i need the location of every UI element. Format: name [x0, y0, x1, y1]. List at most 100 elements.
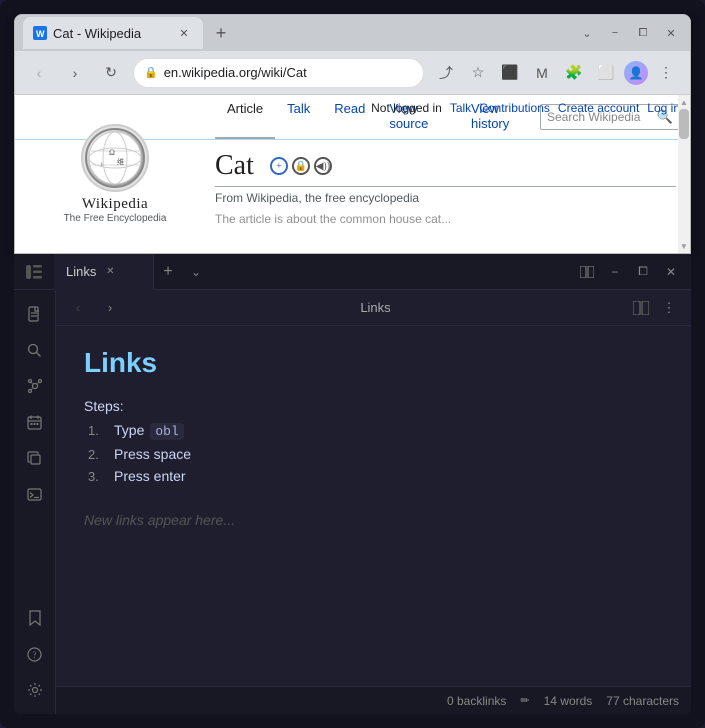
browser-dropdown-button[interactable]: ⌄	[576, 22, 598, 44]
obsidian-page-title: Links	[84, 346, 663, 380]
obsidian-new-tab-button[interactable]: +	[154, 258, 182, 286]
obsidian-files-icon[interactable]	[19, 298, 51, 330]
browser-window: W Cat - Wikipedia ✕ + ⌄ − ⧠ ✕ ‹ › ↻ 🔒 en…	[14, 14, 691, 254]
window-controls: ⌄ − ⧠ ✕	[576, 22, 682, 44]
words-status[interactable]: 14 words	[544, 694, 593, 708]
article-audio-icon[interactable]: ◀))	[314, 157, 332, 175]
obsidian-step-2: 2. Press space	[84, 446, 663, 462]
step-1-text: Type	[114, 422, 144, 438]
puzzle-icon[interactable]: 🧩	[560, 59, 588, 87]
step-1-code: obl	[150, 423, 183, 440]
browser-minimize-button[interactable]: −	[604, 22, 626, 44]
wikipedia-article: Cat + 🔒 ◀)) From Wikipedia, the free enc…	[15, 140, 690, 238]
obsidian-steps-label: Steps:	[84, 398, 663, 414]
obsidian-search-icon[interactable]	[19, 334, 51, 366]
wiki-login-link[interactable]: Log in	[647, 101, 680, 115]
obsidian-content: Links Steps: 1. Type obl 2. Press space …	[56, 326, 691, 686]
obsidian-split-button[interactable]	[575, 260, 599, 284]
obsidian-calendar-icon[interactable]	[19, 406, 51, 438]
wiki-talk-link[interactable]: Talk	[450, 101, 471, 115]
char-count: 77 characters	[606, 694, 679, 708]
obsidian-restore-button[interactable]: ⧠	[631, 260, 655, 284]
extension2-icon[interactable]: M	[528, 59, 556, 87]
obsidian-placeholder-text: New links appear here...	[84, 512, 663, 528]
toolbar-icons: ⤴ ☆ ⬛ M 🧩 ⬜ 👤 ⋮	[432, 59, 680, 87]
backlinks-count: 0 backlinks	[447, 694, 506, 708]
step-3-text: Press enter	[114, 468, 186, 484]
obsidian-editor: ‹ › Links ⋮ Links	[56, 290, 691, 714]
avatar[interactable]: 👤	[624, 61, 648, 85]
not-logged-in-label: Not logged in	[371, 101, 442, 115]
obsidian-minimize-button[interactable]: −	[603, 260, 627, 284]
backlinks-status[interactable]: 0 backlinks	[447, 694, 506, 708]
obsidian-graph-icon[interactable]	[19, 370, 51, 402]
url-text: en.wikipedia.org/wiki/Cat	[164, 65, 307, 80]
wikipedia-content: Ω 维 i Wikipedia The Free Encyclopedia No…	[15, 95, 690, 253]
article-title-text: Cat	[215, 150, 254, 182]
obsidian-settings-icon[interactable]	[19, 674, 51, 706]
obsidian-breadcrumb: Links	[130, 300, 621, 315]
sidebar-toggle-icon[interactable]: ⬜	[592, 59, 620, 87]
obsidian-step-3: 3. Press enter	[84, 468, 663, 484]
reload-button[interactable]: ↻	[97, 59, 125, 87]
tab-favicon: W	[33, 26, 47, 40]
step-2-text: Press space	[114, 446, 191, 462]
obsidian-status-bar: 0 backlinks ✏ 14 words 77 characters	[56, 686, 691, 714]
obsidian-tab-close-button[interactable]: ✕	[102, 264, 118, 280]
obsidian-main: ? ‹ › Links	[14, 290, 691, 714]
new-tab-button[interactable]: +	[207, 19, 235, 47]
word-count: 14 words	[544, 694, 593, 708]
share-icon[interactable]: ⤴	[432, 59, 460, 87]
pencil-icon: ✏	[520, 694, 529, 707]
obsidian-split-view-button[interactable]	[629, 296, 653, 320]
wiki-tab-article[interactable]: Article	[215, 95, 275, 139]
article-plus-icon[interactable]: +	[270, 157, 288, 175]
active-tab[interactable]: W Cat - Wikipedia ✕	[23, 17, 203, 49]
obsidian-window-controls: − ⧠ ✕	[575, 260, 691, 284]
tab-bar: W Cat - Wikipedia ✕ + ⌄ − ⧠ ✕	[15, 15, 690, 51]
obsidian-back-button[interactable]: ‹	[66, 296, 90, 320]
obsidian-tab-label: Links	[66, 264, 96, 279]
obsidian-tab-links[interactable]: Links ✕	[54, 254, 154, 290]
step-2-num: 2.	[88, 447, 108, 462]
obsidian-sidebar-toggle[interactable]	[14, 254, 54, 290]
obsidian-help-icon[interactable]: ?	[19, 638, 51, 670]
wiki-tab-talk[interactable]: Talk	[275, 95, 322, 139]
url-bar[interactable]: 🔒 en.wikipedia.org/wiki/Cat	[133, 58, 424, 88]
wikipedia-user-bar: Not logged in Talk Contributions Create …	[371, 101, 680, 115]
extension1-icon[interactable]: ⬛	[496, 59, 524, 87]
obsidian-copy-icon[interactable]	[19, 442, 51, 474]
obsidian-editor-header: ‹ › Links ⋮	[56, 290, 691, 326]
svg-text:W: W	[36, 29, 45, 38]
wiki-action-read[interactable]: Read	[322, 95, 377, 139]
back-button[interactable]: ‹	[25, 59, 53, 87]
obsidian-tab-dropdown[interactable]: ⌄	[182, 258, 210, 286]
edit-icon-status: ✏	[520, 694, 529, 707]
obsidian-close-button[interactable]: ✕	[659, 260, 683, 284]
wiki-contributions-link[interactable]: Contributions	[479, 101, 550, 115]
scrollbar-thumb[interactable]	[679, 109, 689, 139]
obsidian-forward-button[interactable]: ›	[98, 296, 122, 320]
browser-close-button[interactable]: ✕	[660, 22, 682, 44]
forward-button[interactable]: ›	[61, 59, 89, 87]
obsidian-icon-sidebar: ?	[14, 290, 56, 714]
obsidian-tab-bar: Links ✕ + ⌄ − ⧠ ✕	[14, 254, 691, 290]
obsidian-more-button[interactable]: ⋮	[657, 296, 681, 320]
article-lock-icon[interactable]: 🔒	[292, 157, 310, 175]
obsidian-terminal-icon[interactable]	[19, 478, 51, 510]
avatar-image: 👤	[624, 61, 648, 85]
bookmark-star-icon[interactable]: ☆	[464, 59, 492, 87]
scrollbar-up-arrow[interactable]: ▲	[679, 97, 689, 107]
browser-restore-button[interactable]: ⧠	[632, 22, 654, 44]
article-title-icons: + 🔒 ◀))	[270, 157, 332, 175]
chrome-menu-icon[interactable]: ⋮	[652, 59, 680, 87]
obsidian-panel: Links ✕ + ⌄ − ⧠ ✕	[14, 254, 691, 714]
wikipedia-first-para: The article is about the common house ca…	[215, 211, 676, 228]
scrollbar-down-arrow[interactable]: ▼	[679, 241, 689, 251]
step-3-num: 3.	[88, 469, 108, 484]
obsidian-bookmark-icon[interactable]	[19, 602, 51, 634]
wiki-create-account-link[interactable]: Create account	[558, 101, 639, 115]
chars-status[interactable]: 77 characters	[606, 694, 679, 708]
tab-close-button[interactable]: ✕	[175, 24, 193, 42]
browser-scrollbar[interactable]: ▲ ▼	[678, 95, 690, 253]
